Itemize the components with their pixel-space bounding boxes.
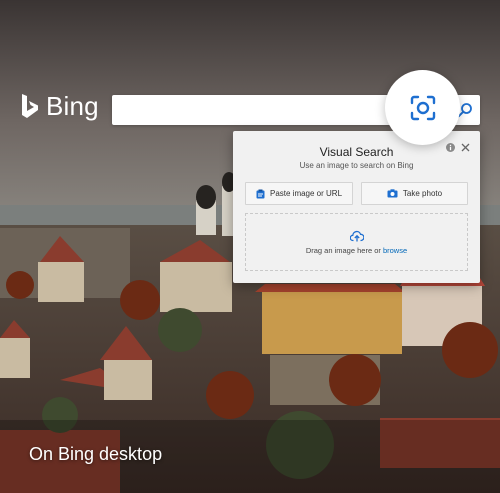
bing-logo[interactable]: Bing — [20, 93, 99, 119]
caption: On Bing desktop — [29, 444, 163, 464]
camera-icon — [387, 189, 398, 198]
paste-icon — [256, 189, 265, 198]
bing-logo-icon — [22, 94, 38, 118]
panel-subtitle: Use an image to search on Bing — [299, 161, 414, 170]
bing-logo-text: Bing — [46, 91, 99, 121]
visual-search-button[interactable] — [385, 70, 460, 145]
search-input[interactable] — [112, 95, 432, 125]
take-photo-label: Take photo — [402, 189, 443, 198]
drop-text: Drag an image here or — [305, 245, 381, 255]
panel-title: Visual Search — [319, 145, 394, 159]
close-icon[interactable] — [460, 142, 471, 153]
browse-link[interactable]: browse — [383, 246, 407, 255]
drop-instructions: Drag an image here or browse — [306, 246, 407, 255]
take-photo-button[interactable]: Take photo — [361, 182, 468, 205]
paste-image-button[interactable]: Paste image or URL — [245, 182, 353, 205]
info-icon[interactable] — [446, 143, 455, 152]
upload-icon — [349, 230, 364, 241]
paste-image-label: Paste image or URL — [269, 189, 343, 198]
visual-search-icon — [410, 95, 435, 120]
visual-search-panel: Visual Search Use an image to search on … — [233, 131, 480, 283]
image-drop-zone[interactable]: Drag an image here or browse — [245, 213, 468, 271]
